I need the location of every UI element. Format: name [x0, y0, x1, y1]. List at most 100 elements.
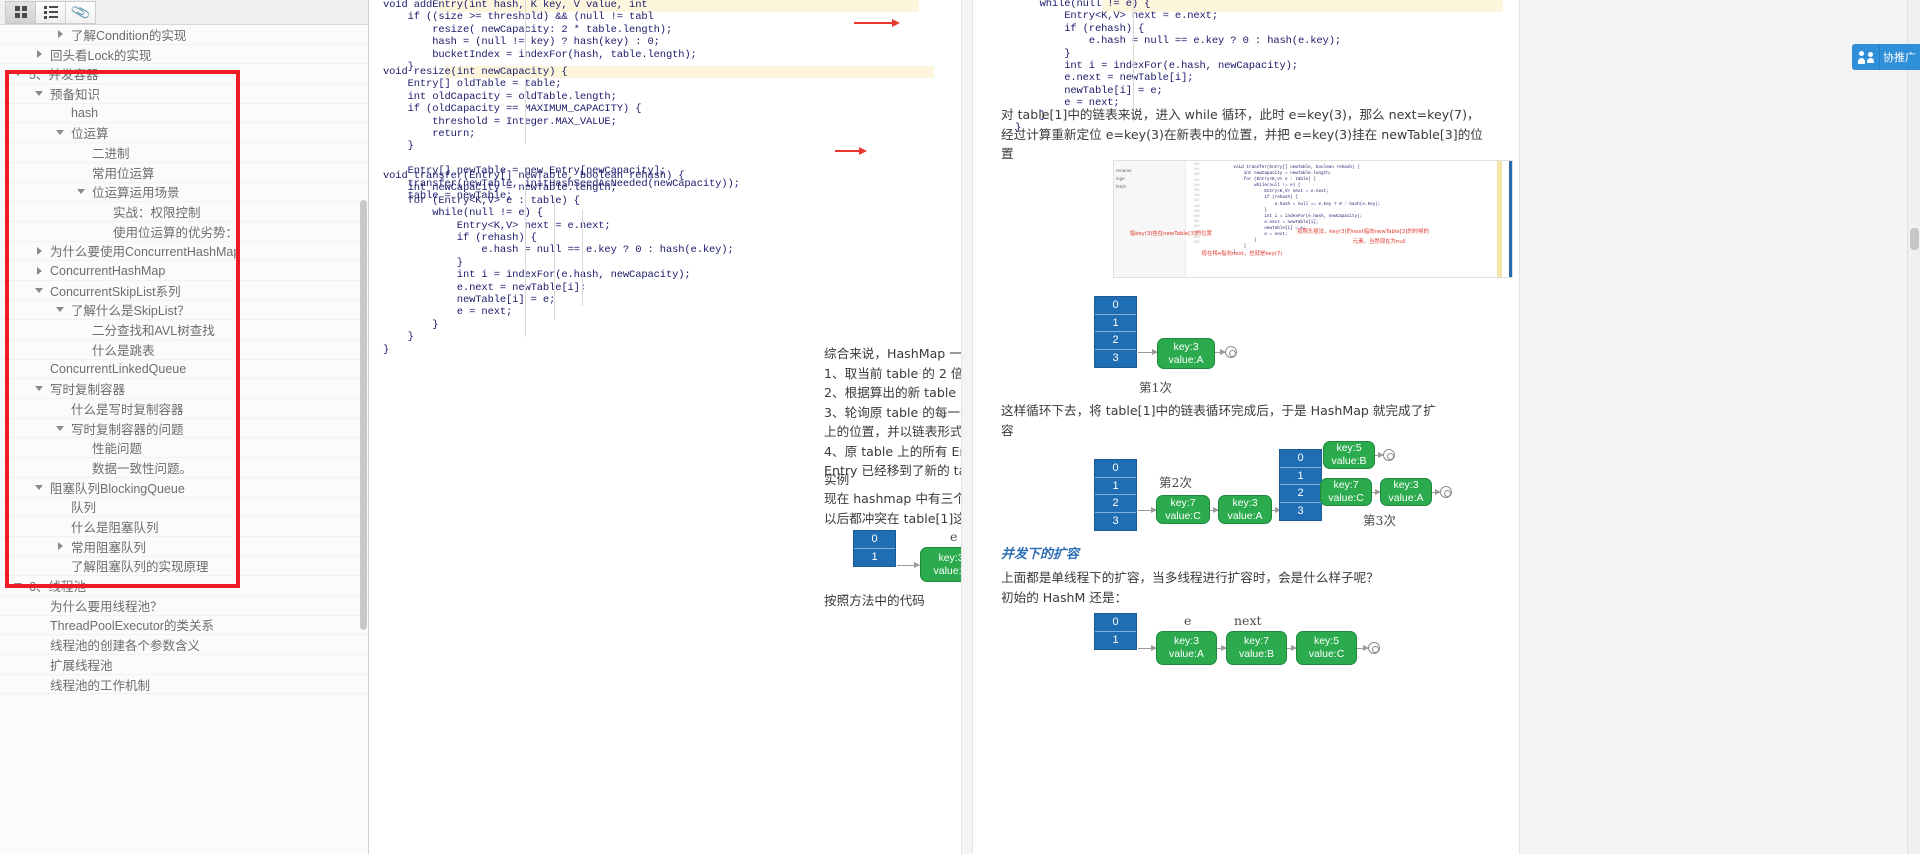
entry-value: value:C — [1308, 648, 1345, 660]
spacer-icon — [56, 403, 67, 414]
footer-note: 按照方法中的代码 — [824, 593, 925, 608]
outline-item[interactable]: ConcurrentLinkedQueue — [0, 360, 368, 380]
chevron-down-icon[interactable] — [35, 383, 46, 394]
paragraph-line: 综合来说，HashMap 一次扩容的过程： — [824, 346, 961, 361]
outline-item-label: 回头看Lock的实现 — [50, 48, 152, 63]
bucket-table: 012 3 — [1094, 296, 1137, 368]
paragraph-line: 2、根据算出的新 table 的大小 new 出一个新的 Entry 数组来，名… — [824, 385, 961, 400]
spacer-icon — [77, 167, 88, 178]
outline-item[interactable]: 写时复制容器的问题 — [0, 419, 368, 439]
outline-item[interactable]: 扩展线程池 — [0, 655, 368, 675]
attachments-button[interactable]: 📎 — [65, 0, 96, 24]
chevron-down-icon[interactable] — [14, 68, 25, 79]
outline-item[interactable]: 线程池的创建各个参数含义 — [0, 635, 368, 655]
entry-value: value:A — [933, 564, 961, 577]
outline-tree[interactable]: 了解Condition的实现 回头看Lock的实现 5、并发容器 预备知识 hash 位运… — [0, 25, 368, 695]
outline-item[interactable]: 二进制 — [0, 143, 368, 163]
outline-item-label: 性能问题 — [92, 442, 143, 457]
outline-item[interactable]: ThreadPoolExecutor的类关系 — [0, 616, 368, 636]
entry-value: value:A — [1168, 353, 1204, 366]
chevron-down-icon[interactable] — [77, 186, 88, 197]
entry-key: key:3 — [1173, 340, 1199, 353]
bucket-cell: 1 — [1095, 478, 1136, 495]
chevron-down-icon[interactable] — [35, 482, 46, 493]
outline-item[interactable]: 预备知识 — [0, 84, 368, 104]
outline-item[interactable]: hash — [0, 104, 368, 124]
chevron-right-icon[interactable] — [56, 29, 67, 40]
label-e: e — [950, 529, 958, 544]
outline-item[interactable]: 了解Condition的实现 — [0, 25, 368, 45]
chevron-down-icon[interactable] — [35, 285, 46, 296]
paragraph-group-table1: 对 table[1]中的链表来说，进入 while 循环，此时 e=key(3)… — [1001, 105, 1511, 164]
chevron-down-icon[interactable] — [56, 304, 67, 315]
outline-item-label: 了解什么是SkipList？ — [71, 304, 190, 319]
chevron-right-icon[interactable] — [35, 245, 46, 256]
entry-value: value:A — [1168, 648, 1205, 660]
outline-item[interactable]: 性能问题 — [0, 438, 368, 459]
outline-item[interactable]: 回头看Lock的实现 — [0, 45, 368, 65]
outline-item[interactable]: ConcurrentSkipList系列 — [0, 281, 368, 301]
bucket-cell: 2 — [1280, 485, 1321, 503]
label-e: e — [1184, 613, 1192, 628]
outline-item[interactable]: 什么是写时复制容器 — [0, 399, 368, 419]
bucket-cell: 1 — [1095, 315, 1136, 332]
chevron-right-icon[interactable] — [35, 265, 46, 276]
entry-node: key:3 value:A — [920, 547, 961, 582]
sidebar-scrollbar[interactable] — [360, 25, 367, 854]
spacer-icon — [56, 521, 67, 532]
outline-item[interactable]: 位运算运用场景 — [0, 183, 368, 203]
grid-view-button[interactable] — [5, 0, 36, 24]
app-root: 📎 了解Condition的实现回头看Lock的实现 5、并发容器预备知识 hash… — [0, 0, 1920, 854]
outline-item[interactable]: 了解阻塞队列的实现原理 — [0, 557, 368, 577]
outline-item[interactable]: 实战：权限控制 — [0, 202, 368, 222]
outline-item[interactable]: 常用位运算 — [0, 163, 368, 183]
promo-label[interactable]: 协推广 — [1879, 44, 1920, 70]
outline-item[interactable]: 5、并发容器 — [0, 64, 368, 85]
outline-item[interactable]: 阻塞队列BlockingQueue — [0, 478, 368, 498]
outline-item[interactable]: 什么是跳表 — [0, 340, 368, 360]
outline-item[interactable]: 为什么要用线程池？ — [0, 596, 368, 616]
floating-promo-widget[interactable]: 协推广 — [1852, 44, 1920, 70]
outline-item-label: 什么是写时复制容器 — [71, 402, 184, 417]
document-scrollbar-thumb[interactable] — [1910, 228, 1919, 250]
spacer-icon — [35, 639, 46, 650]
outline-item-label: 二进制 — [92, 146, 130, 161]
sidebar-scrollbar-thumb[interactable] — [360, 200, 367, 630]
outline-item-label: 什么是跳表 — [92, 343, 155, 358]
outline-item[interactable]: ConcurrentHashMap — [0, 261, 368, 281]
outline-item[interactable]: 线程池的工作机制 — [0, 675, 368, 695]
outline-item[interactable]: 使用位运算的优劣势： — [0, 222, 368, 242]
entry-node: key:3 value:A — [1380, 478, 1432, 506]
entry-value: value:A — [1227, 509, 1263, 522]
outline-item[interactable]: 数据一致性问题。 — [0, 458, 368, 478]
chevron-right-icon[interactable] — [35, 49, 46, 60]
chevron-down-icon[interactable] — [56, 423, 67, 434]
outline-item-label: 5、并发容器 — [29, 68, 99, 83]
chevron-down-icon[interactable] — [35, 88, 46, 99]
outline-item-label: 预备知识 — [50, 87, 101, 102]
outline-item[interactable]: 了解什么是SkipList？ — [0, 301, 368, 321]
chevron-down-icon[interactable] — [14, 580, 25, 591]
paperclip-icon: 📎 — [69, 1, 92, 23]
list-view-button[interactable] — [35, 0, 66, 24]
paragraph-line: 容 — [1001, 422, 1014, 438]
outline-item-label: 为什么要用线程池？ — [50, 599, 163, 614]
spacer-icon — [35, 659, 46, 670]
promo-icon-button[interactable] — [1852, 44, 1879, 70]
outline-item[interactable]: 队列 — [0, 498, 368, 518]
outline-item[interactable]: 常用阻塞队列 — [0, 537, 368, 557]
outline-item[interactable]: 为什么要使用ConcurrentHashMap — [0, 242, 368, 262]
outline-item-label: 6、线程池 — [29, 580, 86, 595]
chevron-right-icon[interactable] — [56, 541, 67, 552]
outline-item[interactable]: 位运算 — [0, 123, 368, 144]
outline-item[interactable]: 二分查找和AVL树查找 — [0, 320, 368, 340]
outline-item[interactable]: 写时复制容器 — [0, 379, 368, 400]
outline-item[interactable]: 6、线程池 — [0, 576, 368, 596]
document-scrollbar[interactable] — [1907, 0, 1920, 854]
outline-item[interactable]: 什么是阻塞队列 — [0, 517, 368, 537]
chevron-down-icon[interactable] — [56, 127, 67, 138]
list-terminator — [1225, 346, 1237, 358]
spacer-icon — [35, 679, 46, 690]
diagram-caption: 第2次 — [1159, 475, 1192, 490]
outline-item-label: 队列 — [71, 501, 97, 516]
